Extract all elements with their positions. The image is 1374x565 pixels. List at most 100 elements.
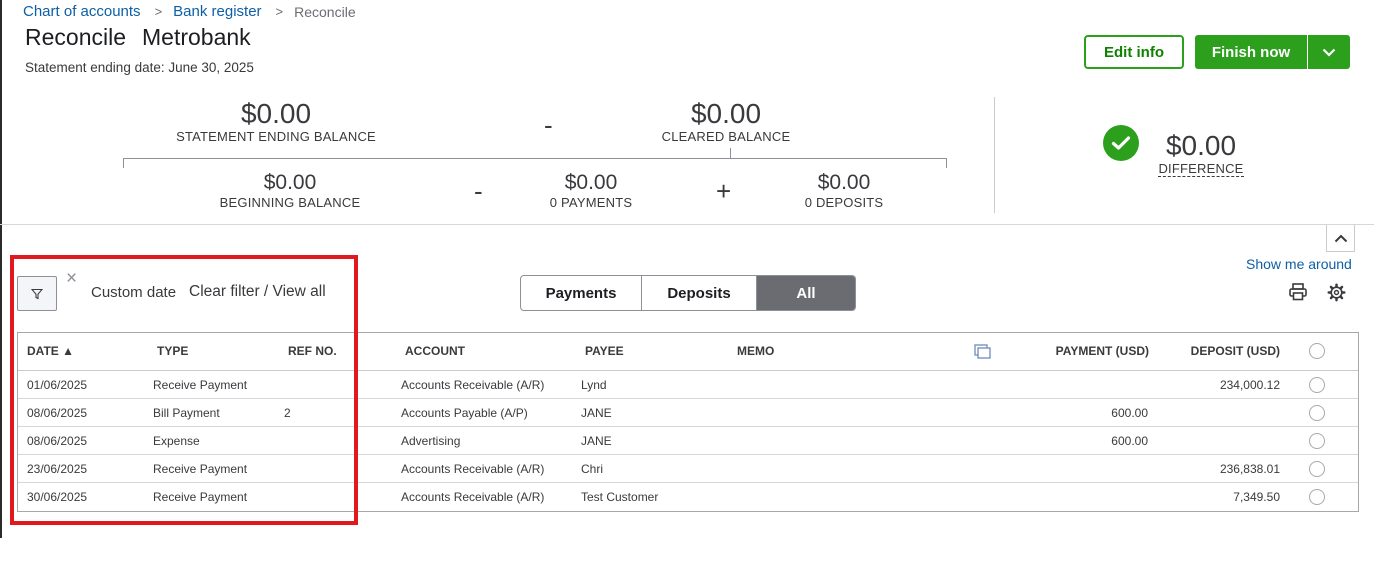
finish-now-button[interactable]: Finish now	[1195, 35, 1307, 69]
cell-date: 08/06/2025	[27, 434, 88, 448]
show-me-around-link[interactable]: Show me around	[1246, 256, 1352, 272]
cell-payment: 600.00	[1111, 434, 1148, 448]
select-all-radio[interactable]	[1309, 343, 1325, 359]
cell-type: Expense	[153, 434, 200, 448]
beginning-balance: $0.00 BEGINNING BALANCE	[190, 171, 390, 210]
cell-account: Accounts Payable (A/P)	[401, 406, 528, 420]
breadcrumb-bank-register[interactable]: Bank register	[173, 3, 261, 20]
chevron-up-icon	[1334, 234, 1347, 242]
statement-ending-balance-value: $0.00	[240, 98, 312, 129]
gear-icon[interactable]	[1327, 283, 1346, 307]
cell-account: Accounts Receivable (A/R)	[401, 490, 545, 504]
column-payment[interactable]: PAYMENT (USD)	[1056, 344, 1149, 358]
difference: $0.00 DIFFERENCE	[1150, 130, 1252, 177]
cell-type: Bill Payment	[153, 406, 220, 420]
breadcrumb: Chart of accounts > Bank register > Reco…	[23, 3, 356, 20]
cell-payee: JANE	[581, 434, 612, 448]
tab-payments[interactable]: Payments	[521, 276, 642, 310]
minus-sign: -	[474, 176, 483, 206]
account-name: Metrobank	[142, 24, 251, 50]
cell-type: Receive Payment	[153, 378, 248, 392]
section-divider	[0, 224, 1374, 225]
cell-payee: Chri	[581, 462, 604, 476]
window-edge	[0, 0, 2, 538]
statement-ending-balance-label: STATEMENT ENDING BALANCE	[176, 129, 376, 144]
cleared-balance: $0.00 CLEARED BALANCE	[626, 98, 826, 145]
cell-deposit: 234,000.12	[1219, 378, 1280, 392]
cell-deposit: 7,349.50	[1233, 490, 1280, 504]
deposits-total-value: $0.00	[817, 171, 871, 194]
row-select-radio[interactable]	[1309, 377, 1325, 393]
column-type[interactable]: TYPE	[157, 344, 188, 358]
cleared-balance-label: CLEARED BALANCE	[661, 129, 791, 144]
column-memo[interactable]: MEMO	[737, 344, 774, 358]
column-date[interactable]: DATE ▲	[27, 344, 74, 358]
table-row[interactable]: 08/06/2025 Expense Advertising JANE 600.…	[18, 427, 1358, 455]
cell-payee: JANE	[581, 406, 612, 420]
print-icon[interactable]	[1288, 283, 1308, 306]
cell-account: Advertising	[401, 434, 461, 448]
table-row[interactable]: 23/06/2025 Receive Payment Accounts Rece…	[18, 455, 1358, 483]
table-header: DATE ▲ TYPE REF NO. ACCOUNT PAYEE MEMO P…	[18, 333, 1358, 371]
cell-type: Receive Payment	[153, 490, 248, 504]
cell-account: Accounts Receivable (A/R)	[401, 462, 545, 476]
minus-sign: -	[544, 110, 553, 140]
payments-total: $0.00 0 PAYMENTS	[511, 171, 671, 210]
filter-button[interactable]	[17, 276, 57, 311]
custom-date-filter-chip: Custom date	[91, 284, 177, 301]
cell-date: 30/06/2025	[27, 490, 88, 504]
clear-filter-x-icon[interactable]: ×	[66, 268, 77, 290]
cell-date: 23/06/2025	[27, 462, 88, 476]
table-row[interactable]: 08/06/2025 Bill Payment 2 Accounts Payab…	[18, 399, 1358, 427]
beginning-balance-label: BEGINNING BALANCE	[219, 195, 361, 210]
row-select-radio[interactable]	[1309, 433, 1325, 449]
payments-count-label: 0 PAYMENTS	[549, 195, 633, 210]
summary-divider	[994, 97, 995, 213]
chevron-down-icon	[1322, 48, 1336, 57]
column-deposit[interactable]: DEPOSIT (USD)	[1191, 344, 1280, 358]
edit-info-button[interactable]: Edit info	[1084, 35, 1184, 69]
cell-date: 08/06/2025	[27, 406, 88, 420]
table-row[interactable]: 30/06/2025 Receive Payment Accounts Rece…	[18, 483, 1358, 511]
column-payee[interactable]: PAYEE	[585, 344, 624, 358]
collapse-summary-button[interactable]	[1326, 225, 1355, 252]
difference-value: $0.00	[1165, 130, 1237, 161]
cell-payee: Test Customer	[581, 490, 659, 504]
page-title-text: Reconcile	[25, 24, 126, 50]
transaction-type-toggle: Payments Deposits All	[520, 275, 856, 311]
table-row[interactable]: 01/06/2025 Receive Payment Accounts Rece…	[18, 371, 1358, 399]
copy-columns-icon[interactable]	[974, 344, 992, 365]
transactions-table: DATE ▲ TYPE REF NO. ACCOUNT PAYEE MEMO P…	[17, 332, 1359, 512]
breadcrumb-separator: >	[154, 4, 163, 19]
summary-bracket	[123, 158, 947, 168]
clear-filter-view-all-link[interactable]: Clear filter / View all	[189, 283, 326, 301]
column-ref-no[interactable]: REF NO.	[288, 344, 337, 358]
cell-ref: 2	[284, 406, 291, 420]
statement-ending-balance: $0.00 STATEMENT ENDING BALANCE	[150, 98, 402, 145]
row-select-radio[interactable]	[1309, 461, 1325, 477]
statement-ending-date: Statement ending date: June 30, 2025	[25, 60, 254, 75]
row-select-radio[interactable]	[1309, 489, 1325, 505]
page-title: Reconcile Metrobank	[25, 24, 251, 51]
checkmark-icon	[1103, 125, 1139, 161]
deposits-total: $0.00 0 DEPOSITS	[764, 171, 924, 210]
cell-deposit: 236,838.01	[1219, 462, 1280, 476]
plus-sign: +	[716, 176, 732, 206]
breadcrumb-current: Reconcile	[294, 3, 356, 20]
tab-deposits[interactable]: Deposits	[642, 276, 757, 310]
difference-label[interactable]: DIFFERENCE	[1158, 161, 1244, 177]
breadcrumb-separator: >	[275, 4, 284, 19]
column-account[interactable]: ACCOUNT	[405, 344, 465, 358]
cell-payment: 600.00	[1111, 406, 1148, 420]
breadcrumb-chart-of-accounts[interactable]: Chart of accounts	[23, 3, 141, 20]
finish-options-dropdown[interactable]	[1308, 35, 1350, 69]
cell-payee: Lynd	[581, 378, 607, 392]
deposits-count-label: 0 DEPOSITS	[804, 195, 884, 210]
beginning-balance-value: $0.00	[263, 171, 317, 194]
cell-account: Accounts Receivable (A/R)	[401, 378, 545, 392]
cell-date: 01/06/2025	[27, 378, 88, 392]
cleared-balance-value: $0.00	[690, 98, 762, 129]
row-select-radio[interactable]	[1309, 405, 1325, 421]
funnel-icon	[31, 288, 43, 299]
tab-all[interactable]: All	[757, 276, 855, 310]
